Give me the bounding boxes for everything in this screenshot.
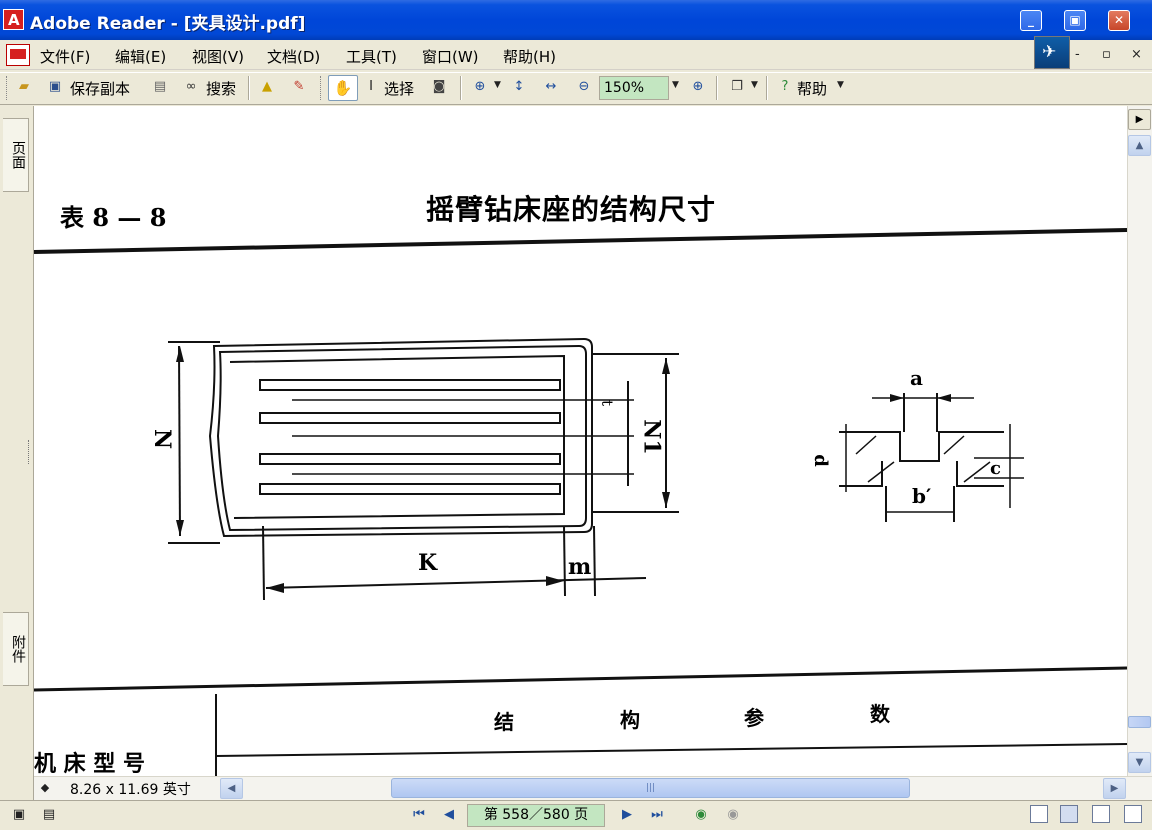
pane-splitter[interactable] xyxy=(28,440,32,464)
horizontal-scroll-thumb[interactable]: ||| xyxy=(391,778,910,798)
zoom-tool-caret-icon[interactable]: ▼ xyxy=(494,80,501,90)
continuous-facing-view-icon[interactable] xyxy=(1124,805,1142,823)
adobe-reader-window: A Adobe Reader - [夹具设计.pdf] _ ▣ ✕ 文件(F) … xyxy=(0,0,1152,830)
dim-label-t: t xyxy=(598,399,617,407)
select-tool-button[interactable]: 选择 xyxy=(384,78,414,99)
digital-signature-icon[interactable]: ✎ xyxy=(290,78,308,96)
document-view[interactable]: 表 8 — 8 摇臂钻床座的结构尺寸 N N1 t K m a b′ c d 结… xyxy=(34,106,1127,776)
close-button[interactable]: ✕ xyxy=(1108,10,1130,31)
page-layout-caret-icon[interactable]: ▼ xyxy=(751,80,758,90)
toolbar-grip[interactable] xyxy=(6,76,9,100)
zoom-level-field[interactable]: 150% xyxy=(599,76,669,100)
vertical-scroll-thumb[interactable] xyxy=(1128,716,1151,728)
save-icon[interactable]: ▣ xyxy=(46,78,64,96)
facing-view-icon[interactable] xyxy=(1092,805,1110,823)
help-button[interactable]: 帮助 xyxy=(797,78,827,99)
adobe-brand-icon: ✈ xyxy=(1034,36,1070,69)
menu-edit[interactable]: 编辑(E) xyxy=(115,46,166,67)
zoom-in-icon[interactable]: ⊕ xyxy=(689,78,707,96)
search-button[interactable]: 搜索 xyxy=(206,78,236,99)
column-header-2: 构 xyxy=(620,708,640,732)
select-text-icon[interactable]: I xyxy=(362,78,380,96)
toolbar-separator xyxy=(766,76,768,100)
zoom-out-icon[interactable]: ⊖ xyxy=(575,78,593,96)
row-header: 机 床 型 号 xyxy=(34,751,145,776)
toggle-toolbar-icon[interactable]: ▤ xyxy=(40,806,58,824)
menu-tools[interactable]: 工具(T) xyxy=(346,46,397,67)
print-icon[interactable]: ▤ xyxy=(151,78,169,96)
next-page-icon[interactable]: ▶ xyxy=(618,806,636,824)
single-page-view-icon[interactable] xyxy=(1030,805,1048,823)
document-icon[interactable] xyxy=(6,44,30,66)
menu-window[interactable]: 窗口(W) xyxy=(422,46,479,67)
page-size-readout: 8.26 x 11.69 英寸 xyxy=(70,782,191,798)
last-page-icon[interactable]: ⏭ xyxy=(648,806,666,824)
page-heading: 摇臂钻床座的结构尺寸 xyxy=(426,193,717,226)
toolbar-separator xyxy=(716,76,718,100)
fit-height-icon[interactable]: ↕ xyxy=(510,78,528,96)
warning-triangle-icon[interactable]: ▲ xyxy=(258,78,276,96)
column-header-4: 数 xyxy=(870,702,890,726)
help-icon[interactable]: ? xyxy=(776,78,794,96)
menu-view[interactable]: 视图(V) xyxy=(192,46,244,67)
dim-label-n1: N1 xyxy=(638,419,665,455)
binoculars-icon[interactable]: ∞ xyxy=(182,78,200,96)
column-header-3: 参 xyxy=(744,706,764,730)
doc-minimize-button[interactable]: - xyxy=(1075,47,1080,62)
scroll-left-icon[interactable]: ◀ xyxy=(220,778,243,799)
dim-label-k: K xyxy=(418,550,438,576)
dim-label-n: N xyxy=(149,428,176,450)
doc-close-button[interactable]: × xyxy=(1131,47,1142,62)
window-title: Adobe Reader - [夹具设计.pdf] xyxy=(30,14,306,34)
vertical-scrollbar[interactable] xyxy=(1127,106,1152,776)
pane-expand-icon[interactable]: ▶ xyxy=(1128,109,1151,130)
previous-page-icon[interactable]: ◀ xyxy=(440,806,458,824)
page-number-field[interactable]: 第 558／580 页 xyxy=(467,804,605,827)
menu-bar xyxy=(0,40,1152,70)
help-caret-icon[interactable]: ▼ xyxy=(837,80,844,90)
zoom-dropdown-caret-icon[interactable]: ▼ xyxy=(672,80,679,90)
resize-handle-icon[interactable]: ◆ xyxy=(36,779,54,797)
minimize-button[interactable]: _ xyxy=(1020,10,1042,31)
dim-label-m: m xyxy=(568,554,592,580)
tab-attachments[interactable]: 附件 xyxy=(3,612,29,686)
page-layout-icon[interactable]: ❐ xyxy=(728,78,746,96)
scroll-down-icon[interactable]: ▼ xyxy=(1128,752,1151,773)
zoom-in-tool-icon[interactable]: ⊕ xyxy=(471,78,489,96)
tab-pages[interactable]: 页面 xyxy=(3,118,29,192)
toolbar-separator xyxy=(460,76,462,100)
menu-file[interactable]: 文件(F) xyxy=(40,46,90,67)
save-copy-button[interactable]: 保存副本 xyxy=(70,78,130,99)
go-back-icon[interactable]: ◉ xyxy=(692,806,710,824)
menu-help[interactable]: 帮助(H) xyxy=(503,46,556,67)
open-folder-icon[interactable]: ▰ xyxy=(15,78,33,96)
hand-tool-icon[interactable]: ✋ xyxy=(328,75,358,101)
adobe-reader-icon: A xyxy=(3,9,24,30)
column-header-1: 结 xyxy=(494,710,514,734)
scroll-right-icon[interactable]: ▶ xyxy=(1103,778,1126,799)
scroll-up-icon[interactable]: ▲ xyxy=(1128,135,1151,156)
toolbar-grip[interactable] xyxy=(320,76,323,100)
dim-label-b: b′ xyxy=(912,484,932,508)
maximize-button[interactable]: ▣ xyxy=(1064,10,1086,31)
toggle-pane-icon[interactable]: ▣ xyxy=(10,806,28,824)
go-forward-icon[interactable]: ◉ xyxy=(724,806,742,824)
table-number: 表 8 — 8 xyxy=(60,203,167,232)
doc-restore-button[interactable]: ▫ xyxy=(1102,47,1111,62)
fit-width-icon[interactable]: ↔ xyxy=(542,78,560,96)
snapshot-camera-icon[interactable]: ◙ xyxy=(430,78,448,96)
menu-document[interactable]: 文档(D) xyxy=(267,46,320,67)
continuous-view-icon[interactable] xyxy=(1060,805,1078,823)
dim-label-d: d xyxy=(809,454,831,467)
toolbar-separator xyxy=(248,76,250,100)
first-page-icon[interactable]: ⏮ xyxy=(410,806,428,824)
dim-label-c: c xyxy=(990,458,1001,479)
dim-label-a: a xyxy=(910,366,923,390)
